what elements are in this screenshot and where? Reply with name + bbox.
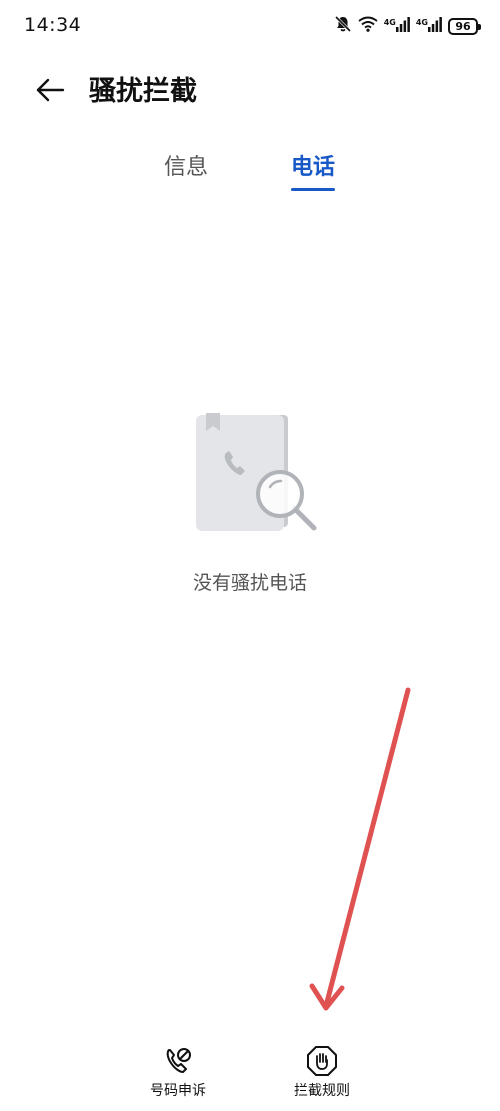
- number-appeal-label: 号码申诉: [150, 1083, 206, 1099]
- phone-block-icon: [161, 1044, 195, 1078]
- mute-bell-icon: [334, 15, 352, 37]
- block-rules-button[interactable]: 拦截规则: [272, 1044, 372, 1100]
- signal-group-2: 4G: [416, 16, 442, 36]
- tab-messages[interactable]: 信息: [164, 148, 208, 188]
- tab-bar: 信息 电话: [0, 148, 500, 198]
- status-time: 14:34: [24, 14, 82, 36]
- back-button[interactable]: [30, 74, 70, 110]
- signal-icon: [428, 16, 442, 36]
- empty-state-message: 没有骚扰电话: [192, 572, 307, 594]
- number-appeal-button[interactable]: 号码申诉: [128, 1044, 228, 1100]
- wifi-icon: [358, 16, 378, 36]
- back-arrow-icon: [35, 78, 65, 106]
- status-bar: 14:34 4G 4G 96: [0, 0, 500, 56]
- active-tab-indicator: [291, 188, 335, 191]
- signal-icon: [395, 16, 410, 36]
- battery-icon: 96: [448, 17, 481, 35]
- page-title: 骚扰拦截: [89, 76, 197, 107]
- signal-group-1: 4G: [384, 16, 410, 36]
- bottom-action-bar: 号码申诉 拦截规则: [0, 1036, 500, 1111]
- network-type-label: 4G: [415, 18, 428, 27]
- block-rules-label: 拦截规则: [294, 1083, 350, 1099]
- hand-stop-icon: [305, 1044, 339, 1078]
- phonebook-search-icon: [188, 405, 323, 540]
- tab-calls[interactable]: 电话: [291, 148, 335, 188]
- status-icons: 4G 4G 96: [334, 14, 481, 38]
- network-type-label: 4G: [383, 18, 396, 27]
- header: 骚扰拦截: [0, 60, 500, 124]
